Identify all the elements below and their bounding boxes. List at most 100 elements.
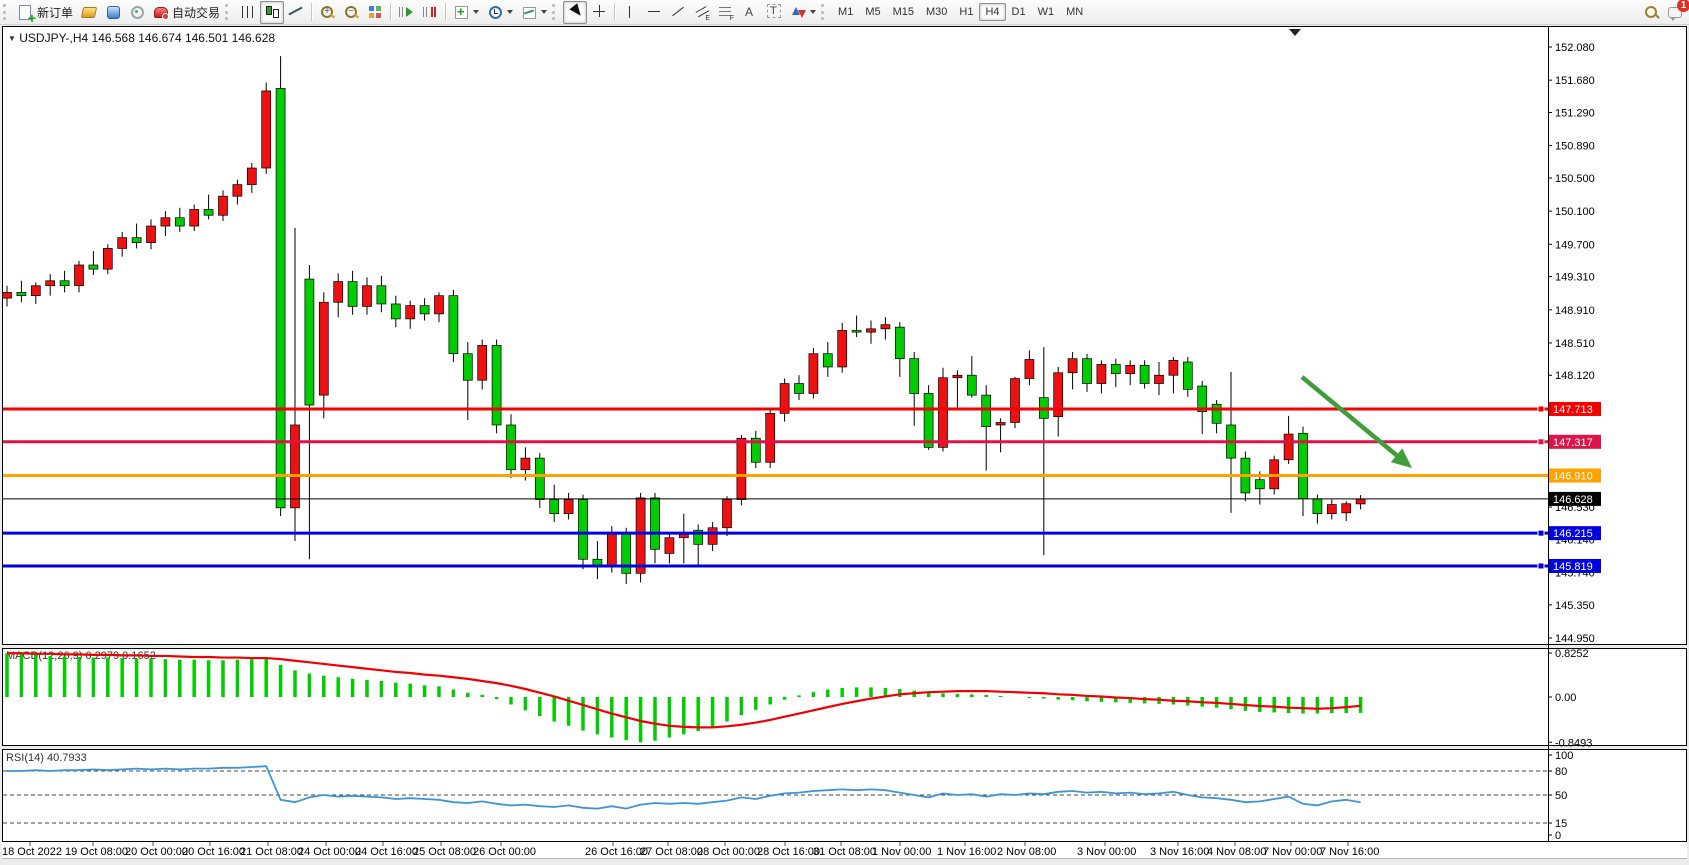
svg-text:26 Oct 00:00: 26 Oct 00:00 — [473, 846, 536, 858]
vertical-line-icon — [622, 4, 638, 20]
bar-chart-icon — [240, 4, 256, 20]
toolbar-grip[interactable] — [821, 4, 829, 20]
timeframe-W1[interactable]: W1 — [1032, 3, 1061, 21]
svg-text:3 Nov 00:00: 3 Nov 00:00 — [1077, 846, 1136, 858]
auto-scroll-button[interactable] — [394, 1, 418, 24]
svg-text:80: 80 — [1555, 766, 1567, 778]
fibonacci-button[interactable] — [714, 1, 738, 24]
svg-text:4 Nov 08:00: 4 Nov 08:00 — [1207, 846, 1266, 858]
svg-text:20 Oct 00:00: 20 Oct 00:00 — [125, 846, 188, 858]
macd-series — [7, 653, 1361, 742]
trend-arrow[interactable] — [1302, 377, 1412, 468]
svg-text:150.890: 150.890 — [1555, 141, 1595, 153]
zoom-out-button[interactable] — [339, 1, 363, 24]
signals-button[interactable] — [125, 1, 149, 24]
text-label-button[interactable] — [762, 1, 786, 24]
macd-axis: 0.82520.00-0.8493 — [1548, 648, 1592, 749]
trendline-icon — [670, 4, 686, 20]
timeframe-D1[interactable]: D1 — [1006, 3, 1032, 21]
candlestick-chart-icon — [264, 4, 280, 20]
bar-chart-button[interactable] — [236, 1, 260, 24]
timeframe-H4[interactable]: H4 — [979, 3, 1005, 21]
timeframe-H1[interactable]: H1 — [953, 3, 979, 21]
templates-button[interactable] — [517, 1, 551, 24]
svg-text:50: 50 — [1555, 790, 1567, 802]
auto-trading-icon — [153, 4, 169, 20]
template-icon — [521, 4, 537, 20]
timeframe-M1[interactable]: M1 — [832, 3, 859, 21]
auto-trading-button[interactable]: 自动交易 — [149, 1, 224, 24]
cursor-button[interactable] — [563, 1, 587, 24]
channel-icon — [694, 4, 710, 20]
svg-text:3 Nov 16:00: 3 Nov 16:00 — [1150, 846, 1209, 858]
zoom-out-icon — [343, 4, 359, 20]
svg-text:150.100: 150.100 — [1555, 206, 1595, 218]
svg-text:151.290: 151.290 — [1555, 107, 1595, 119]
timeframe-M30[interactable]: M30 — [920, 3, 953, 21]
svg-text:25 Oct 08:00: 25 Oct 08:00 — [413, 846, 476, 858]
bar-marker-icon — [1289, 29, 1301, 36]
chevron-down-icon — [810, 10, 816, 14]
timeframe-group: M1M5M15M30H1H4D1W1MN — [832, 3, 1089, 21]
cursor-icon — [567, 4, 583, 20]
periods-menu-button[interactable] — [483, 1, 517, 24]
line-chart-button[interactable] — [284, 1, 308, 24]
svg-text:7 Nov 16:00: 7 Nov 16:00 — [1320, 846, 1379, 858]
horizontal-lines[interactable] — [3, 409, 1548, 566]
price-axis: 152.080151.680151.290150.890150.500150.1… — [1538, 42, 1601, 645]
svg-text:151.680: 151.680 — [1555, 75, 1595, 87]
svg-text:28 Oct 16:00: 28 Oct 16:00 — [757, 846, 820, 858]
svg-text:147.713: 147.713 — [1553, 404, 1593, 416]
arrows-button[interactable] — [786, 1, 820, 24]
auto-trading-label: 自动交易 — [172, 4, 220, 21]
text-button[interactable] — [738, 1, 762, 24]
search-button[interactable] — [1639, 1, 1663, 24]
chart-canvas[interactable]: 152.080151.680151.290150.890150.500150.1… — [0, 0, 1689, 865]
svg-text:20 Oct 16:00: 20 Oct 16:00 — [182, 846, 245, 858]
text-label-icon — [766, 4, 782, 20]
crosshair-icon — [591, 4, 607, 20]
svg-text:28 Oct 00:00: 28 Oct 00:00 — [697, 846, 760, 858]
chart-shift-button[interactable] — [418, 1, 442, 24]
tile-windows-button[interactable] — [363, 1, 387, 24]
chevron-down-icon — [541, 10, 547, 14]
rsi-line — [7, 766, 1361, 808]
svg-text:31 Oct 08:00: 31 Oct 08:00 — [813, 846, 876, 858]
svg-text:26 Oct 16:00: 26 Oct 16:00 — [585, 846, 648, 858]
zoom-in-button[interactable] — [315, 1, 339, 24]
vertical-line-button[interactable] — [618, 1, 642, 24]
horizontal-line-button[interactable] — [642, 1, 666, 24]
horizontal-line-icon — [646, 4, 662, 20]
svg-text:146.215: 146.215 — [1553, 528, 1593, 540]
crosshair-button[interactable] — [587, 1, 611, 24]
svg-text:27 Oct 08:00: 27 Oct 08:00 — [640, 846, 703, 858]
svg-text:24 Oct 16:00: 24 Oct 16:00 — [355, 846, 418, 858]
svg-text:18 Oct 2022: 18 Oct 2022 — [2, 846, 62, 858]
indicators-icon — [453, 4, 469, 20]
clock-icon — [487, 4, 503, 20]
toolbar-grip[interactable] — [3, 4, 11, 20]
timeframe-M15[interactable]: M15 — [887, 3, 920, 21]
new-order-button[interactable]: 新订单 — [14, 1, 77, 24]
candlestick-chart-button[interactable] — [260, 1, 284, 24]
chat-button[interactable]: 1 — [1663, 1, 1687, 24]
toolbar-grip[interactable] — [552, 4, 560, 20]
chevron-down-icon — [507, 10, 513, 14]
history-center-button[interactable] — [77, 1, 101, 24]
timeframe-MN[interactable]: MN — [1060, 3, 1089, 21]
market-button[interactable] — [101, 1, 125, 24]
zoom-in-icon — [319, 4, 335, 20]
svg-text:148.510: 148.510 — [1555, 338, 1595, 350]
channel-button[interactable] — [690, 1, 714, 24]
market-icon — [105, 4, 121, 20]
timeframe-M5[interactable]: M5 — [859, 3, 886, 21]
indicators-button[interactable] — [449, 1, 483, 24]
toolbar-grip[interactable] — [225, 4, 233, 20]
auto-scroll-icon — [398, 4, 414, 20]
trendline-button[interactable] — [666, 1, 690, 24]
new-order-icon — [18, 4, 34, 20]
svg-text:21 Oct 08:00: 21 Oct 08:00 — [240, 846, 303, 858]
svg-text:149.700: 149.700 — [1555, 239, 1595, 251]
text-icon — [742, 4, 758, 20]
svg-text:145.819: 145.819 — [1553, 561, 1593, 573]
